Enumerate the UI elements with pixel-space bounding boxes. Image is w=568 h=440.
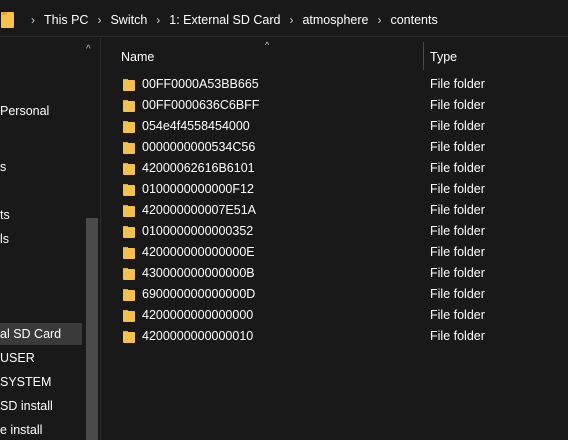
nav-item-sd-install[interactable]: SD install <box>0 395 82 417</box>
file-type: File folder <box>430 224 485 238</box>
chevron-right-icon[interactable]: › <box>30 13 36 27</box>
folder-icon <box>123 142 135 154</box>
file-name: 00FF0000A53BB665 <box>142 77 259 91</box>
file-type: File folder <box>430 266 485 280</box>
nav-item-label: ts <box>0 208 10 222</box>
file-type: File folder <box>430 119 485 133</box>
file-type: File folder <box>430 182 485 196</box>
nav-item-e-install[interactable]: e install <box>0 419 82 440</box>
file-name: 054e4f4558454000 <box>142 119 250 133</box>
nav-item-ls[interactable]: ls <box>0 228 82 250</box>
nav-item-personal[interactable]: Personal <box>0 100 82 122</box>
file-type: File folder <box>430 287 485 301</box>
file-name: 42000062616B6101 <box>142 161 255 175</box>
list-item[interactable]: 4200000000000010 File folder <box>101 326 568 347</box>
file-name: 690000000000000D <box>142 287 256 301</box>
list-item[interactable]: 420000000007E51A File folder <box>101 200 568 221</box>
nav-item-label: ls <box>0 232 10 246</box>
file-type: File folder <box>430 98 485 112</box>
file-type: File folder <box>430 161 485 175</box>
file-type: File folder <box>430 245 485 259</box>
file-type: File folder <box>430 140 485 154</box>
file-type: File folder <box>430 308 485 322</box>
nav-item-label: SD install <box>0 399 53 413</box>
column-header-type[interactable]: Type <box>430 46 457 68</box>
nav-item-external-sd-card[interactable]: al SD Card <box>0 323 82 345</box>
file-explorer-window: › This PC › Switch › 1: External SD Card… <box>0 0 568 440</box>
folder-icon <box>123 226 135 238</box>
nav-item-label: e install <box>0 423 43 437</box>
list-item[interactable]: 420000000000000E File folder <box>101 242 568 263</box>
chevron-right-icon[interactable]: › <box>288 13 294 27</box>
folder-icon <box>123 121 135 133</box>
nav-scrollbar[interactable] <box>86 218 98 440</box>
folder-icon <box>123 331 135 343</box>
nav-item-ts[interactable]: ts <box>0 204 82 226</box>
file-name: 0100000000000352 <box>142 224 254 238</box>
folder-icon <box>1 12 14 28</box>
chevron-right-icon[interactable]: › <box>155 13 161 27</box>
list-item[interactable]: 42000062616B6101 File folder <box>101 158 568 179</box>
nav-item-s[interactable]: s <box>0 156 82 178</box>
folder-icon <box>123 79 135 91</box>
file-type: File folder <box>430 329 485 343</box>
list-item[interactable]: 0100000000000F12 File folder <box>101 179 568 200</box>
chevron-right-icon[interactable]: › <box>96 13 102 27</box>
file-name: 4200000000000000 <box>142 308 254 322</box>
list-item[interactable]: 00FF0000636C6BFF File folder <box>101 95 568 116</box>
file-name: 0000000000534C56 <box>142 140 256 154</box>
column-header-name[interactable]: Name <box>121 46 154 68</box>
list-item[interactable]: 0100000000000352 File folder <box>101 221 568 242</box>
column-divider[interactable] <box>423 42 424 70</box>
file-name: 430000000000000B <box>142 266 255 280</box>
breadcrumb-switch[interactable]: Switch <box>110 13 147 27</box>
address-bar[interactable]: › This PC › Switch › 1: External SD Card… <box>0 3 568 37</box>
folder-icon <box>123 247 135 259</box>
breadcrumb: › This PC › Switch › 1: External SD Card… <box>22 3 438 37</box>
breadcrumb-external-sd-card[interactable]: 1: External SD Card <box>169 13 280 27</box>
folder-icon <box>123 100 135 112</box>
nav-item-label: s <box>0 160 7 174</box>
folder-icon <box>123 268 135 280</box>
nav-item-label: USER <box>0 351 35 365</box>
navigation-pane: ^ Personal s ts ls al SD Card USER SYSTE… <box>0 38 100 440</box>
breadcrumb-this-pc[interactable]: This PC <box>44 13 88 27</box>
file-name: 0100000000000F12 <box>142 182 254 196</box>
sort-ascending-icon: ^ <box>265 40 270 50</box>
file-name: 4200000000000010 <box>142 329 254 343</box>
nav-item-label: al SD Card <box>0 327 62 341</box>
folder-icon <box>123 289 135 301</box>
nav-item-label: SYSTEM <box>0 375 52 389</box>
chevron-right-icon[interactable]: › <box>376 13 382 27</box>
file-type: File folder <box>430 77 485 91</box>
list-item[interactable]: 0000000000534C56 File folder <box>101 137 568 158</box>
file-name: 420000000000000E <box>142 245 255 259</box>
list-item[interactable]: 00FF0000A53BB665 File folder <box>101 74 568 95</box>
folder-icon <box>123 184 135 196</box>
breadcrumb-atmosphere[interactable]: atmosphere <box>302 13 368 27</box>
folder-icon <box>123 163 135 175</box>
folder-icon <box>123 205 135 217</box>
file-name: 00FF0000636C6BFF <box>142 98 260 112</box>
chevron-up-icon[interactable]: ^ <box>86 44 91 55</box>
list-item[interactable]: 4200000000000000 File folder <box>101 305 568 326</box>
nav-item-label: Personal <box>0 104 50 118</box>
nav-item-user[interactable]: USER <box>0 347 82 369</box>
nav-item-system[interactable]: SYSTEM <box>0 371 82 393</box>
list-item[interactable]: 690000000000000D File folder <box>101 284 568 305</box>
folder-icon <box>123 310 135 322</box>
file-list: ^ Name Type 00FF0000A53BB665 File folder 0… <box>101 38 568 440</box>
list-item[interactable]: 430000000000000B File folder <box>101 263 568 284</box>
file-name: 420000000007E51A <box>142 203 257 217</box>
breadcrumb-contents[interactable]: contents <box>390 13 437 27</box>
list-item[interactable]: 054e4f4558454000 File folder <box>101 116 568 137</box>
file-type: File folder <box>430 203 485 217</box>
